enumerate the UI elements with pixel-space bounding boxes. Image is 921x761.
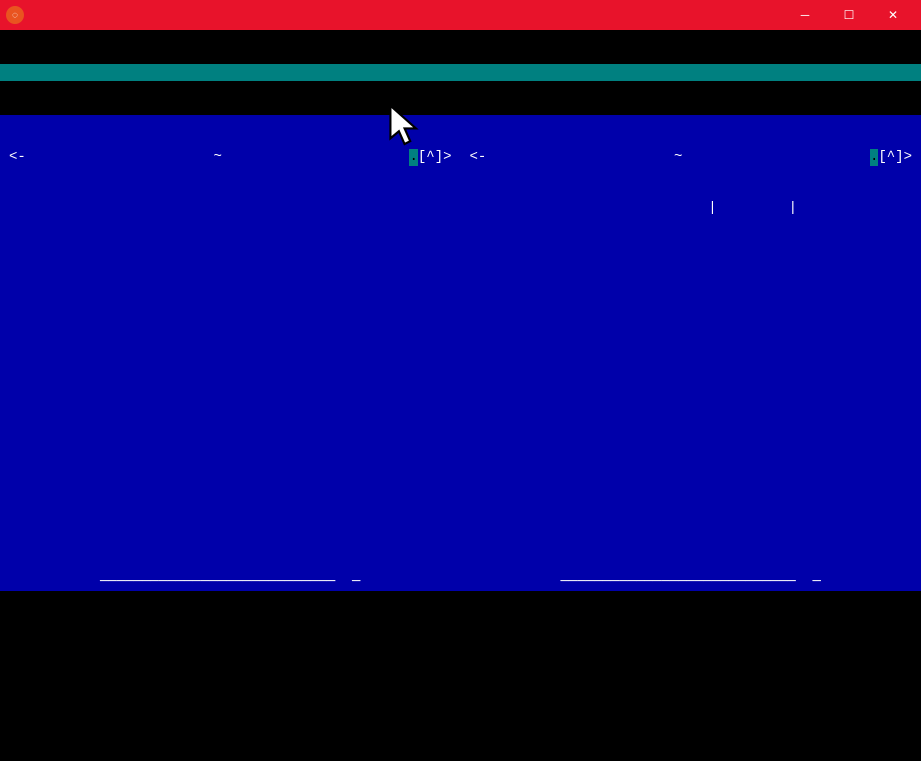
maximize-button[interactable]: ☐ [827,0,871,30]
scroll-left-icon[interactable]: . [409,149,417,166]
ubuntu-icon: ◌ [6,6,24,24]
left-path: ~ [213,149,221,165]
function-keys [0,659,921,676]
left-panel[interactable]: <-~.[^]> ──────────────────────────── ─ [0,115,461,591]
window-titlebar: ◌ ─ ☐ ✕ [0,0,921,30]
menubar [0,64,921,81]
terminal: <-~.[^]> ──────────────────────────── ─ … [0,30,921,600]
right-header: | | [461,200,921,217]
close-button[interactable]: ✕ [871,0,915,30]
scroll-right-icon[interactable]: . [870,149,878,166]
minimize-button[interactable]: ─ [783,0,827,30]
right-panel[interactable]: <-~.[^]> | | ───────────────────────────… [461,115,921,591]
